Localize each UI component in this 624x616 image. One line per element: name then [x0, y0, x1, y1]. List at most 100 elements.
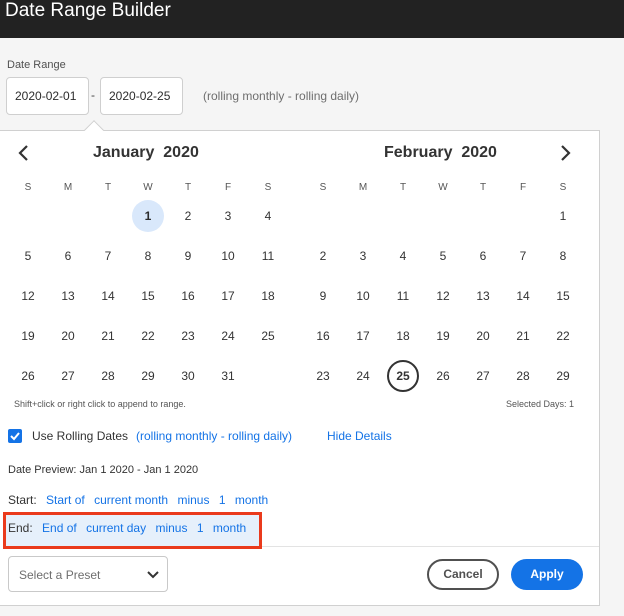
left-day-cell[interactable]: 4 — [252, 200, 284, 232]
left-day-cell[interactable]: 8 — [132, 240, 164, 272]
right-weekday-header: W — [438, 182, 448, 193]
right-day-cell[interactable]: 23 — [307, 360, 339, 392]
left-day-cell[interactable]: 1 — [132, 200, 164, 232]
left-day-cell[interactable]: 16 — [172, 280, 204, 312]
left-weekday-header: S — [24, 182, 32, 193]
prev-month-button[interactable] — [16, 141, 30, 165]
left-weekday-header: M — [63, 182, 73, 193]
right-day-cell[interactable]: 18 — [387, 320, 419, 352]
left-day-cell[interactable]: 28 — [92, 360, 124, 392]
right-weekday-header: S — [559, 182, 567, 193]
left-day-cell[interactable]: 30 — [172, 360, 204, 392]
start-period-token[interactable]: month — [235, 493, 268, 507]
end-anchor-token[interactable]: End of — [42, 521, 77, 535]
left-day-cell[interactable]: 21 — [92, 320, 124, 352]
start-op-token[interactable]: minus — [177, 493, 209, 507]
range-hint: (rolling monthly - rolling daily) — [203, 89, 360, 103]
left-day-cell[interactable]: 5 — [12, 240, 44, 272]
right-day-cell[interactable]: 4 — [387, 240, 419, 272]
left-day-cell[interactable]: 2 — [172, 200, 204, 232]
right-day-cell[interactable]: 26 — [427, 360, 459, 392]
append-hint: Shift+click or right click to append to … — [14, 399, 186, 409]
next-month-button[interactable] — [559, 141, 573, 165]
end-amount-token[interactable]: 1 — [197, 521, 204, 535]
left-day-cell[interactable]: 17 — [212, 280, 244, 312]
right-day-cell[interactable]: 14 — [507, 280, 539, 312]
apply-button[interactable]: Apply — [511, 559, 583, 590]
left-day-cell[interactable]: 25 — [252, 320, 284, 352]
left-day-cell[interactable]: 24 — [212, 320, 244, 352]
left-month-title: January 2020 — [93, 144, 199, 162]
left-day-cell[interactable]: 10 — [212, 240, 244, 272]
right-weekday-header: S — [319, 182, 327, 193]
left-day-cell[interactable]: 11 — [252, 240, 284, 272]
right-day-cell[interactable]: 22 — [547, 320, 579, 352]
start-unit-token[interactable]: current month — [94, 493, 168, 507]
right-day-cell[interactable]: 19 — [427, 320, 459, 352]
right-day-cell[interactable]: 29 — [547, 360, 579, 392]
right-day-cell[interactable]: 12 — [427, 280, 459, 312]
end-op-token[interactable]: minus — [155, 521, 187, 535]
date-separator: - — [91, 88, 95, 102]
right-day-cell[interactable]: 5 — [427, 240, 459, 272]
right-day-cell[interactable]: 21 — [507, 320, 539, 352]
left-day-cell[interactable]: 9 — [172, 240, 204, 272]
right-day-cell[interactable]: 6 — [467, 240, 499, 272]
chevron-right-icon — [561, 145, 571, 161]
left-day-cell[interactable]: 6 — [52, 240, 84, 272]
right-day-cell[interactable]: 3 — [347, 240, 379, 272]
end-rule-label: End: — [8, 521, 33, 535]
end-date-field[interactable]: 2020-02-25 — [100, 77, 183, 115]
left-day-cell[interactable]: 7 — [92, 240, 124, 272]
end-unit-token[interactable]: current day — [86, 521, 146, 535]
right-month-title: February 2020 — [384, 144, 497, 162]
rolling-dates-checkbox[interactable] — [8, 429, 22, 443]
right-day-cell[interactable]: 24 — [347, 360, 379, 392]
right-day-cell[interactable]: 9 — [307, 280, 339, 312]
right-day-cell[interactable]: 10 — [347, 280, 379, 312]
right-day-cell[interactable]: 28 — [507, 360, 539, 392]
window-title: Date Range Builder — [5, 0, 171, 21]
left-day-cell[interactable]: 18 — [252, 280, 284, 312]
left-day-cell[interactable]: 26 — [12, 360, 44, 392]
right-day-cell[interactable]: 27 — [467, 360, 499, 392]
hide-details-link[interactable]: Hide Details — [327, 429, 392, 443]
left-day-cell[interactable]: 22 — [132, 320, 164, 352]
start-rule-label: Start: — [8, 493, 37, 507]
right-day-cell[interactable]: 2 — [307, 240, 339, 272]
left-day-cell[interactable]: 27 — [52, 360, 84, 392]
left-day-cell[interactable]: 12 — [12, 280, 44, 312]
preset-select[interactable]: Select a Preset — [8, 556, 168, 592]
right-weekday-header: M — [358, 182, 368, 193]
right-day-cell[interactable]: 15 — [547, 280, 579, 312]
right-day-cell[interactable]: 11 — [387, 280, 419, 312]
right-day-cell[interactable]: 17 — [347, 320, 379, 352]
date-range-label: Date Range — [7, 59, 66, 71]
footer-divider — [262, 546, 599, 547]
right-day-cell[interactable]: 13 — [467, 280, 499, 312]
left-day-cell[interactable]: 23 — [172, 320, 204, 352]
left-day-cell[interactable]: 19 — [12, 320, 44, 352]
left-day-cell[interactable]: 15 — [132, 280, 164, 312]
left-day-cell[interactable]: 29 — [132, 360, 164, 392]
left-day-cell[interactable]: 14 — [92, 280, 124, 312]
right-day-cell[interactable]: 8 — [547, 240, 579, 272]
right-day-cell[interactable]: 1 — [547, 200, 579, 232]
start-amount-token[interactable]: 1 — [219, 493, 226, 507]
chevron-down-icon — [147, 571, 159, 579]
cancel-button[interactable]: Cancel — [427, 559, 499, 590]
right-day-cell[interactable]: 20 — [467, 320, 499, 352]
left-day-cell[interactable]: 3 — [212, 200, 244, 232]
start-date-field[interactable]: 2020-02-01 — [6, 77, 89, 115]
left-day-cell[interactable]: 20 — [52, 320, 84, 352]
left-weekday-header: T — [104, 182, 112, 193]
start-anchor-token[interactable]: Start of — [46, 493, 85, 507]
right-day-cell[interactable]: 25 — [387, 360, 419, 392]
right-day-cell[interactable]: 7 — [507, 240, 539, 272]
right-day-cell[interactable]: 16 — [307, 320, 339, 352]
left-weekday-header: T — [184, 182, 192, 193]
end-period-token[interactable]: month — [213, 521, 246, 535]
left-day-cell[interactable]: 13 — [52, 280, 84, 312]
selected-days-count: Selected Days: 1 — [506, 399, 575, 409]
left-day-cell[interactable]: 31 — [212, 360, 244, 392]
